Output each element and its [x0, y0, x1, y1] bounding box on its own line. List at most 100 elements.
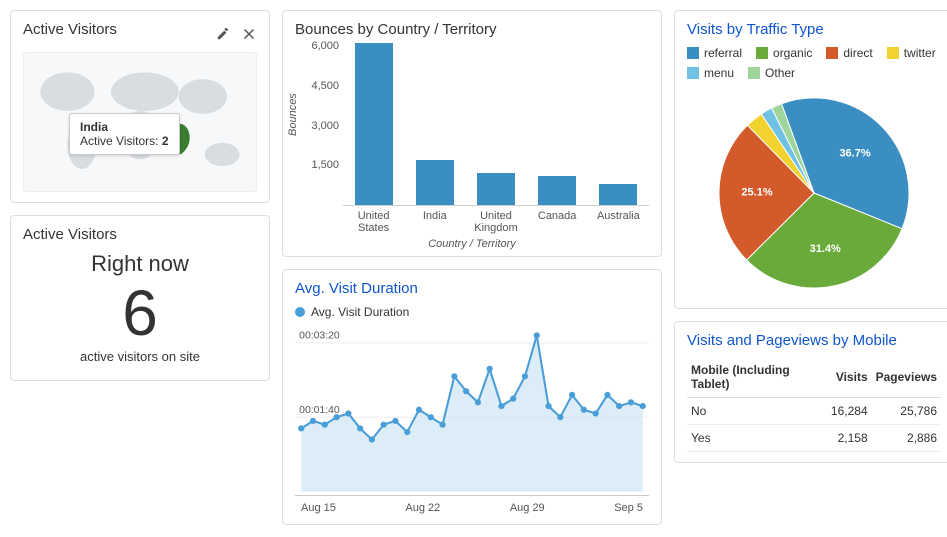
line-point	[404, 429, 410, 435]
line-point	[628, 399, 634, 405]
cell: 2,886	[872, 425, 941, 452]
line-point	[498, 403, 504, 409]
edit-icon[interactable]	[215, 26, 231, 42]
line-point	[557, 414, 563, 420]
cell: 16,284	[827, 398, 872, 425]
map-tooltip: India Active Visitors: 2	[69, 113, 180, 155]
legend-label: Other	[765, 66, 795, 80]
line-point	[381, 422, 387, 428]
table-header: Visits	[827, 357, 872, 398]
pie-legend: referral organic direct twitter menu Other	[687, 46, 941, 80]
card-title: Visits and Pageviews by Mobile	[687, 332, 941, 349]
y-tick: 3,000	[311, 120, 339, 132]
x-tick: Aug 29	[510, 502, 545, 514]
legend-item: organic	[756, 46, 812, 60]
bar	[416, 160, 454, 205]
cell: No	[687, 398, 827, 425]
line-point	[522, 373, 528, 379]
line-point	[428, 414, 434, 420]
line-point	[345, 410, 351, 416]
line-point	[369, 436, 375, 442]
legend-swatch-icon	[687, 47, 699, 59]
table-row: Yes2,1582,886	[687, 425, 941, 452]
line-point	[604, 392, 610, 398]
table-header: Mobile (Including Tablet)	[687, 357, 827, 398]
line-point	[463, 388, 469, 394]
bar	[599, 184, 637, 205]
world-map[interactable]: India Active Visitors: 2	[23, 52, 257, 192]
legend-label: organic	[773, 46, 812, 60]
bar	[477, 173, 515, 205]
line-point	[416, 407, 422, 413]
y-tick: 6,000	[311, 40, 339, 52]
x-tick: Australia	[588, 210, 648, 234]
card-title: Visits by Traffic Type	[687, 21, 941, 38]
legend-item: menu	[687, 66, 734, 80]
cell: Yes	[687, 425, 827, 452]
mobile-card: Visits and Pageviews by Mobile Mobile (I…	[674, 321, 947, 463]
right-now-sub: active visitors on site	[23, 349, 257, 364]
legend-item: referral	[687, 46, 742, 60]
card-title: Bounces by Country / Territory	[295, 21, 649, 38]
line-point	[545, 403, 551, 409]
line-point	[333, 414, 339, 420]
pie-slice-label: 36.7%	[839, 147, 870, 159]
tooltip-country: India	[80, 120, 169, 134]
legend-item: direct	[826, 46, 872, 60]
pie-slice-label: 25.1%	[741, 187, 772, 199]
legend-label: direct	[843, 46, 872, 60]
traffic-type-pie-chart: 36.7% 31.4% 25.1%	[704, 88, 924, 298]
cell: 2,158	[827, 425, 872, 452]
line-point	[298, 425, 304, 431]
line-point	[451, 373, 457, 379]
avg-duration-line-chart: 00:03:2000:01:40	[295, 325, 649, 495]
line-point	[616, 403, 622, 409]
active-visitors-count-card: Active Visitors Right now 6 active visit…	[10, 215, 270, 381]
x-tick: United States	[344, 210, 404, 234]
traffic-type-card: Visits by Traffic Type referral organic di…	[674, 10, 947, 309]
right-now-value: 6	[23, 281, 257, 345]
cell: 25,786	[872, 398, 941, 425]
bounces-card: Bounces by Country / Territory Bounces 1…	[282, 10, 662, 257]
active-visitors-map-card: Active Visitors	[10, 10, 270, 203]
line-point	[392, 418, 398, 424]
legend-swatch-icon	[756, 47, 768, 59]
x-tick: Canada	[527, 210, 587, 234]
line-point	[510, 396, 516, 402]
legend-swatch-icon	[748, 67, 760, 79]
right-now-label: Right now	[23, 251, 257, 277]
line-point	[475, 399, 481, 405]
y-tick: 4,500	[311, 80, 339, 92]
legend-item: Other	[748, 66, 795, 80]
x-tick: Aug 22	[405, 502, 440, 514]
line-legend: Avg. Visit Duration	[295, 305, 649, 319]
card-title: Avg. Visit Duration	[295, 280, 649, 297]
x-axis-label: Country / Territory	[295, 238, 649, 250]
x-tick: Aug 15	[301, 502, 336, 514]
legend-swatch-icon	[687, 67, 699, 79]
bar	[538, 176, 576, 205]
x-tick: India	[405, 210, 465, 234]
line-point	[581, 407, 587, 413]
legend-item: twitter	[887, 46, 936, 60]
legend-dot-icon	[295, 307, 305, 317]
table-row: No16,28425,786	[687, 398, 941, 425]
x-tick: Sep 5	[614, 502, 643, 514]
line-point	[569, 392, 575, 398]
x-tick: United Kingdom	[466, 210, 526, 234]
legend-label: twitter	[904, 46, 936, 60]
legend-label: referral	[704, 46, 742, 60]
legend-swatch-icon	[887, 47, 899, 59]
pie-slice-label: 31.4%	[810, 243, 841, 255]
y-tick: 00:01:40	[299, 405, 340, 416]
line-point	[310, 418, 316, 424]
line-point	[640, 403, 646, 409]
line-point	[322, 422, 328, 428]
line-point	[439, 422, 445, 428]
legend-label: menu	[704, 66, 734, 80]
bounces-bar-chart: Bounces 1,5003,0004,5006,000 United Stat…	[295, 46, 649, 246]
legend-swatch-icon	[826, 47, 838, 59]
card-title: Active Visitors	[23, 21, 117, 38]
y-tick: 1,500	[311, 159, 339, 171]
close-icon[interactable]	[241, 26, 257, 42]
